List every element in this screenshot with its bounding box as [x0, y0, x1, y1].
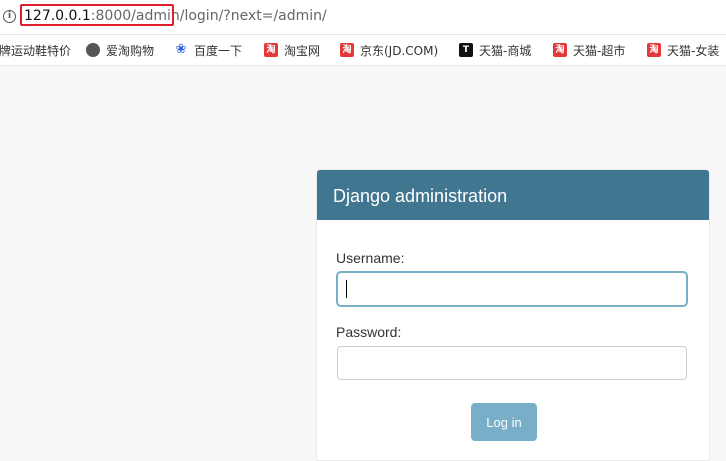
bookmark-item[interactable]: 牌运动鞋特价 — [0, 42, 71, 58]
bookmark-item[interactable]: 爱淘购物 — [86, 42, 154, 58]
login-header: Django administration — [317, 170, 709, 220]
bookmark-item[interactable]: 淘 天猫-女装 — [647, 42, 719, 58]
tmall-icon: T — [459, 43, 473, 57]
username-label: Username: — [336, 250, 405, 266]
taobao-icon: 淘 — [647, 43, 661, 57]
text-caret — [346, 280, 347, 298]
url-host: 127.0.0.1 — [24, 8, 91, 24]
url-path: /admin/ — [131, 8, 185, 24]
taobao-icon: 淘 — [264, 43, 278, 57]
url-rest: login/?next=/admin/ — [184, 8, 327, 24]
url-port: :8000 — [90, 8, 132, 24]
password-input[interactable] — [337, 346, 687, 380]
login-panel: Django administration Username: Password… — [316, 169, 710, 461]
bookmark-label: 百度一下 — [194, 43, 243, 58]
bookmarks-bar: 牌运动鞋特价 爱淘购物 ❀ 百度一下 淘 淘宝网 淘 京东(JD.COM) T … — [0, 35, 726, 66]
login-button[interactable]: Log in — [471, 403, 537, 441]
bookmark-item[interactable]: T 天猫-商城 — [459, 42, 531, 58]
username-input[interactable] — [337, 272, 687, 306]
bookmark-item[interactable]: 淘 淘宝网 — [264, 42, 320, 58]
bookmark-label: 牌运动鞋特价 — [0, 43, 72, 58]
globe-icon — [86, 43, 100, 57]
taobao-icon: 淘 — [553, 43, 567, 57]
bookmark-label: 爱淘购物 — [106, 43, 155, 58]
bookmark-label: 天猫-超市 — [573, 43, 626, 58]
bookmark-label: 天猫-女装 — [667, 43, 720, 58]
bookmark-label: 天猫-商城 — [479, 43, 532, 58]
address-bar[interactable]: i 127.0.0.1:8000/admin/login/?next=/admi… — [0, 0, 726, 35]
bookmark-item[interactable]: ❀ 百度一下 — [174, 42, 242, 58]
bookmark-label: 京东(JD.COM) — [360, 43, 439, 58]
url-text[interactable]: 127.0.0.1:8000/admin/login/?next=/admin/ — [24, 8, 327, 24]
taobao-icon: 淘 — [340, 43, 354, 57]
password-label: Password: — [336, 324, 402, 340]
bookmark-label: 淘宝网 — [284, 43, 321, 58]
site-title: Django administration — [333, 186, 508, 206]
bookmark-item[interactable]: 淘 天猫-超市 — [553, 42, 625, 58]
baidu-paw-icon: ❀ — [175, 42, 187, 57]
info-icon[interactable]: i — [3, 10, 16, 23]
bookmark-item[interactable]: 淘 京东(JD.COM) — [340, 42, 438, 58]
